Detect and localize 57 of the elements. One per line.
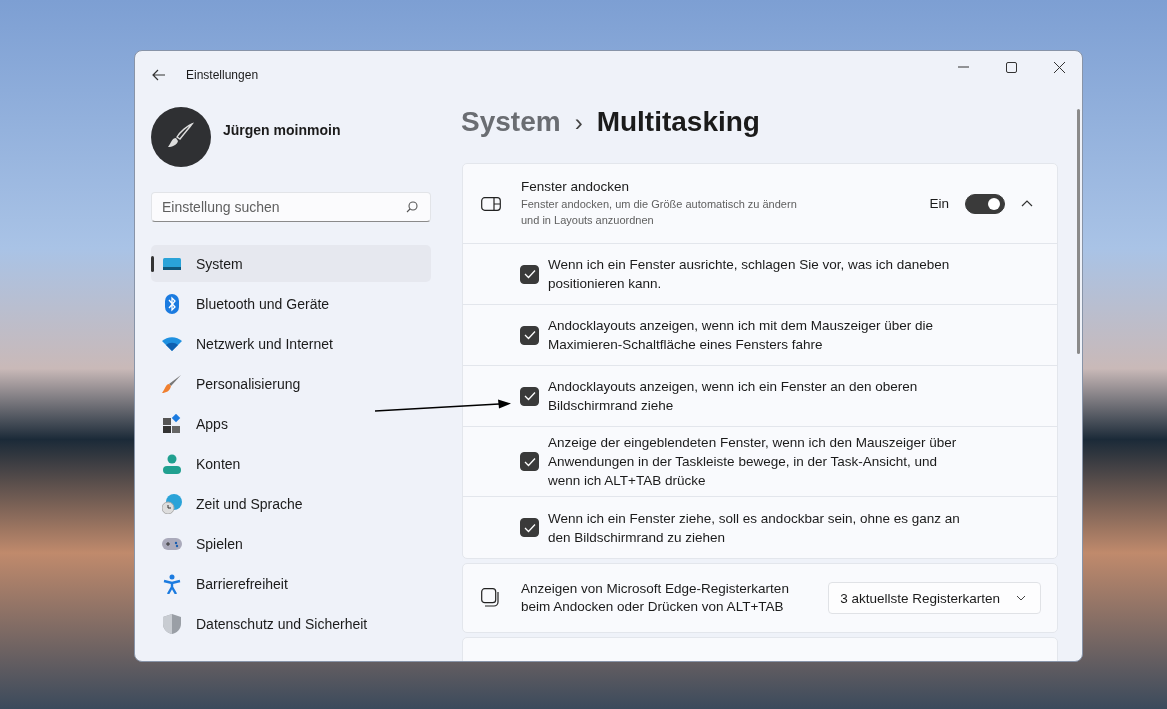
avatar-brush-icon	[151, 107, 211, 167]
sidebar-item[interactable]: Netzwerk und Internet	[151, 325, 431, 362]
chevron-up-icon[interactable]	[1021, 200, 1033, 207]
back-arrow-icon[interactable]	[152, 69, 166, 81]
checkmark-icon	[523, 456, 536, 467]
sidebar-item[interactable]: Spielen	[151, 525, 431, 562]
checkbox[interactable]	[520, 452, 539, 471]
scrollbar[interactable]	[1077, 109, 1080, 354]
checkbox[interactable]	[520, 264, 539, 284]
globe-clock-icon	[162, 493, 182, 514]
setting-title: Anzeigen von Microsoft Edge-Registerkarten beim Andocken oder Drücken von ALT+TAB	[521, 580, 790, 616]
user-name: Jürgen moinmoin	[223, 122, 341, 138]
dropdown[interactable]: 3 aktuellste Registerkarten	[828, 582, 1041, 614]
setting-description: Fenster andocken, um die Größe automatisch zu ändern und in Layouts anzuordnen	[521, 197, 798, 228]
page-title: Multitasking	[596, 106, 760, 138]
shield-icon	[162, 613, 182, 634]
checkbox-label: Anzeige der eingeblendeten Fenster, wenn ich den Mauszeiger über Anwendungen in der Taskleiste bewege, in der Task-Ansicht, und wenn ich ALT+TAB drücke	[548, 434, 958, 490]
sidebar-item[interactable]: Bluetooth und Geräte	[151, 285, 431, 322]
checkbox[interactable]	[520, 518, 539, 537]
checkmark-icon	[523, 391, 536, 401]
toggle-label: Ein	[929, 196, 949, 211]
breadcrumb-separator: ›	[574, 109, 583, 137]
breadcrumb-link[interactable]: System	[461, 106, 561, 138]
sidebar-item[interactable]: Personalisierung	[151, 365, 431, 402]
gamepad-icon	[162, 536, 182, 551]
setting-title: Fenster andocken	[521, 179, 631, 194]
sidebar-item[interactable]: Zeit und Sprache	[151, 485, 431, 522]
checkbox[interactable]	[520, 325, 539, 345]
search-icon	[406, 201, 418, 213]
sidebar-item[interactable]: Apps	[151, 405, 431, 442]
checkbox-label: Andocklayouts anzeigen, wenn ich ein Fenster an den oberen Bildschirmrand ziehe	[548, 378, 919, 415]
maximize-icon[interactable]	[1006, 61, 1017, 73]
chevron-down-icon	[1016, 595, 1026, 601]
stacked-windows-icon	[481, 588, 501, 608]
snap-window-icon	[481, 196, 501, 211]
checkmark-icon	[523, 522, 536, 533]
toggle-switch[interactable]	[965, 193, 1005, 214]
accessibility-icon	[162, 573, 182, 594]
wifi-icon	[162, 336, 182, 351]
checkbox-label: Andocklayouts anzeigen, wenn ich mit dem Mauszeiger über die Maximieren-Schaltfläche eines Fensters fahre	[548, 317, 934, 354]
bluetooth-icon	[162, 293, 182, 314]
window-title: Einstellungen	[186, 68, 259, 82]
sidebar-item[interactable]: Konten	[151, 445, 431, 482]
paintbrush-icon	[162, 373, 182, 394]
checkmark-icon	[523, 330, 536, 340]
close-icon[interactable]	[1054, 61, 1065, 73]
apps-icon	[162, 413, 182, 434]
sidebar-item[interactable]: Datenschutz und Sicherheit	[151, 605, 431, 642]
monitor-icon	[162, 255, 182, 272]
checkbox[interactable]	[520, 386, 539, 406]
checkbox-label: Wenn ich ein Fenster ziehe, soll es andockbar sein, ohne es ganz an den Bildschirmrand zu ziehen	[548, 509, 961, 547]
sidebar-item[interactable]: System	[151, 245, 431, 282]
sidebar-item[interactable]: Barrierefreiheit	[151, 565, 431, 602]
search-field[interactable]: Einstellung suchen	[151, 192, 431, 222]
checkmark-icon	[523, 269, 536, 279]
checkbox-label: Wenn ich ein Fenster ausrichte, schlagen Sie vor, was ich daneben positionieren kann.	[548, 256, 951, 293]
person-icon	[162, 453, 182, 474]
